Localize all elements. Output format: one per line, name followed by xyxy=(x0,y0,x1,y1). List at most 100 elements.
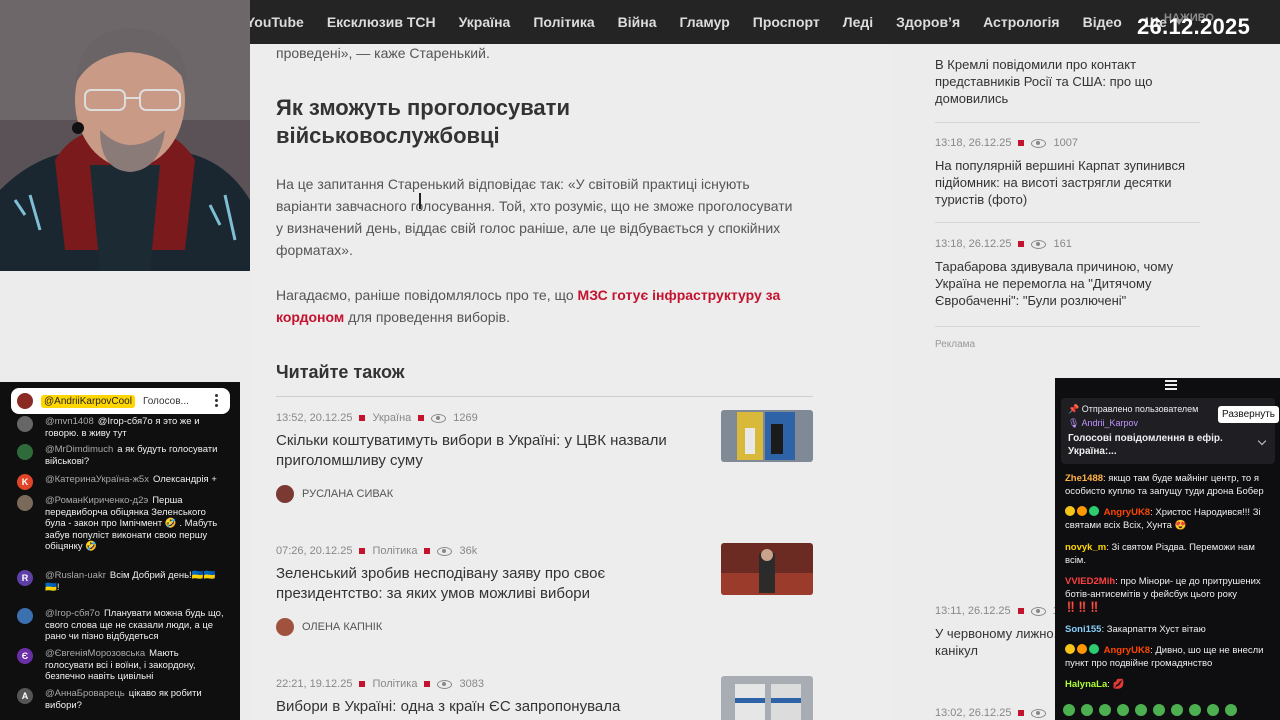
card-views: 1269 xyxy=(453,412,478,424)
emote-icon[interactable] xyxy=(1153,704,1165,716)
card-time: 13:52, 20.12.25 xyxy=(276,412,353,424)
avatar xyxy=(17,393,33,409)
screen: YouTube Ексклюзив ТСН Україна Політика В… xyxy=(0,0,1280,720)
nav-item-exclusive[interactable]: Ексклюзив ТСН xyxy=(327,14,436,30)
nav-item-astrology[interactable]: Астрологія xyxy=(983,14,1059,30)
related-article-card[interactable]: 22:21, 19.12.25 Політика 3083 Вибори в У… xyxy=(276,676,813,720)
category-dot-icon xyxy=(424,681,431,687)
chat-author: @Ігор-сбя7о xyxy=(45,608,100,619)
top-navigation: YouTube Ексклюзив ТСН Україна Політика В… xyxy=(246,0,1280,44)
card-thumbnail[interactable] xyxy=(721,543,813,595)
nav-item-politics[interactable]: Політика xyxy=(533,14,594,30)
chat-message: R @Ruslan-uakr Всім Добрий день!🇺🇦🇺🇦🇺🇦! xyxy=(17,570,227,593)
nav-item-video[interactable]: Відео xyxy=(1083,14,1122,30)
sub-badge-icon xyxy=(1077,506,1087,516)
chat-author: @mvn1408 xyxy=(45,416,94,427)
news-feed-item[interactable]: 13:18, 26.12.25 1007 На популярній верши… xyxy=(935,137,1200,208)
emote-icon[interactable] xyxy=(1225,704,1237,716)
card-author[interactable]: РУСЛАНА СИВАК xyxy=(276,485,813,503)
card-category[interactable]: Україна xyxy=(372,412,411,424)
chat-message: K @КатеринаУкраїна-ж5х Олександрія + xyxy=(17,474,227,490)
chat-author[interactable]: novyk_m xyxy=(1065,542,1106,553)
news-title[interactable]: В Кремлі повідомили про контакт представ… xyxy=(935,56,1200,107)
eye-icon xyxy=(1031,239,1047,249)
chat-author[interactable]: HalynaLa xyxy=(1065,679,1107,690)
more-vert-icon[interactable] xyxy=(215,394,218,408)
pinned-message[interactable]: @AndriiKarpovCool Голосов... xyxy=(11,388,230,414)
chat-message: Soni155: Закарпаття Хуст вітаю xyxy=(1065,623,1273,636)
category-dot-icon xyxy=(1017,608,1024,614)
emote-icon[interactable] xyxy=(1063,704,1075,716)
chat-author[interactable]: Zhe1488 xyxy=(1065,473,1103,484)
card-category[interactable]: Політика xyxy=(372,545,417,557)
pin-text: Голосові повідомлення в ефір. Україна:..… xyxy=(1068,433,1223,457)
emote-icon[interactable] xyxy=(1081,704,1093,716)
related-article-card[interactable]: 13:52, 20.12.25 Україна 1269 Скільки кош… xyxy=(276,410,813,503)
category-dot-icon xyxy=(359,415,366,421)
avatar xyxy=(17,416,33,432)
card-title[interactable]: Вибори в Україні: одна з країн ЄС запроп… xyxy=(276,697,686,720)
card-thumbnail[interactable] xyxy=(721,410,813,462)
article-paragraph-2-start: Нагадаємо, раніше повідомлялось про те, … xyxy=(276,287,578,303)
pinned-author: @AndriiKarpovCool xyxy=(41,394,135,408)
category-dot-icon xyxy=(359,548,366,554)
news-feed-item[interactable]: В Кремлі повідомили про контакт представ… xyxy=(935,56,1200,107)
card-title[interactable]: Зеленський зробив несподівану заяву про … xyxy=(276,564,686,604)
category-dot-icon xyxy=(424,548,431,554)
chat-author[interactable]: AngryUK8 xyxy=(1104,645,1150,656)
crown-badge-icon xyxy=(1065,644,1075,654)
chat-message: Є @ЄвгеніяМорозовська Мають голосувати вс… xyxy=(17,648,227,683)
avatar: Є xyxy=(17,648,33,664)
author-name: ОЛЕНА КАПНІК xyxy=(302,621,383,633)
streamer-webcam xyxy=(0,0,250,271)
chat-author[interactable]: Soni155 xyxy=(1065,624,1101,635)
text-cursor-icon xyxy=(419,193,421,209)
chat-author[interactable]: VVIED2Mih xyxy=(1065,576,1115,587)
news-views: 1007 xyxy=(1053,137,1078,149)
card-views: 3083 xyxy=(459,678,484,690)
news-time: 13:18, 26.12.25 xyxy=(935,238,1012,250)
chat-text: : Закарпаття Хуст вітаю xyxy=(1101,624,1206,635)
nav-item-ukraine[interactable]: Україна xyxy=(459,14,511,30)
chat-message: AngryUK8: Христос Народився!!! Зі святам… xyxy=(1065,506,1273,532)
nav-item-glamour[interactable]: Гламур xyxy=(680,14,730,30)
news-time: 13:11, 26.12.25 xyxy=(935,605,1011,617)
star-badge-icon xyxy=(1089,506,1099,516)
article-quote-tail: проведені», — каже Старенький. xyxy=(276,45,490,61)
card-title[interactable]: Скільки коштуватимуть вибори в Україні: … xyxy=(276,431,686,471)
news-title[interactable]: Тарабарова здивувала причиною, чому Укра… xyxy=(935,258,1200,309)
eye-icon xyxy=(1031,138,1047,148)
eye-icon xyxy=(1030,606,1046,616)
avatar: A xyxy=(17,688,33,704)
nav-item-health[interactable]: Здоров’я xyxy=(896,14,960,30)
nav-item-prosport[interactable]: Проспорт xyxy=(753,14,820,30)
expand-tooltip: Развернуть xyxy=(1218,406,1280,423)
category-dot-icon xyxy=(1018,710,1025,716)
emote-icon[interactable] xyxy=(1171,704,1183,716)
nav-item-youtube[interactable]: YouTube xyxy=(246,14,304,30)
category-dot-icon xyxy=(1018,241,1025,247)
emote-icon[interactable] xyxy=(1207,704,1219,716)
emote-icon[interactable] xyxy=(1189,704,1201,716)
chat-message: @РоманКириченко-д2э Перша передвиборча об… xyxy=(17,495,227,553)
eye-icon xyxy=(437,679,453,689)
related-article-card[interactable]: 07:26, 20.12.25 Політика 36k Зеленський … xyxy=(276,543,813,636)
card-thumbnail[interactable] xyxy=(721,676,813,720)
emote-bar[interactable] xyxy=(1063,704,1237,716)
avatar xyxy=(17,608,33,624)
card-category[interactable]: Політика xyxy=(372,678,417,690)
chat-message: HalynaLa: 💋 xyxy=(1065,678,1273,691)
card-author[interactable]: ОЛЕНА КАПНІК xyxy=(276,618,813,636)
emote-icon[interactable] xyxy=(1117,704,1129,716)
nav-item-war[interactable]: Війна xyxy=(618,14,657,30)
menu-icon[interactable] xyxy=(1165,380,1177,392)
emote-icon[interactable] xyxy=(1099,704,1111,716)
news-title[interactable]: На популярній вершині Карпат зупинився п… xyxy=(935,157,1200,208)
news-feed-item[interactable]: 13:18, 26.12.25 161 Тарабарова здивувала… xyxy=(935,238,1200,309)
news-views: 161 xyxy=(1053,238,1072,250)
nav-item-lady[interactable]: Леді xyxy=(843,14,873,30)
chat-author[interactable]: AngryUK8 xyxy=(1104,507,1150,518)
ad-label: Реклама xyxy=(935,339,976,350)
emote-icon[interactable] xyxy=(1135,704,1147,716)
eye-icon xyxy=(437,546,453,556)
